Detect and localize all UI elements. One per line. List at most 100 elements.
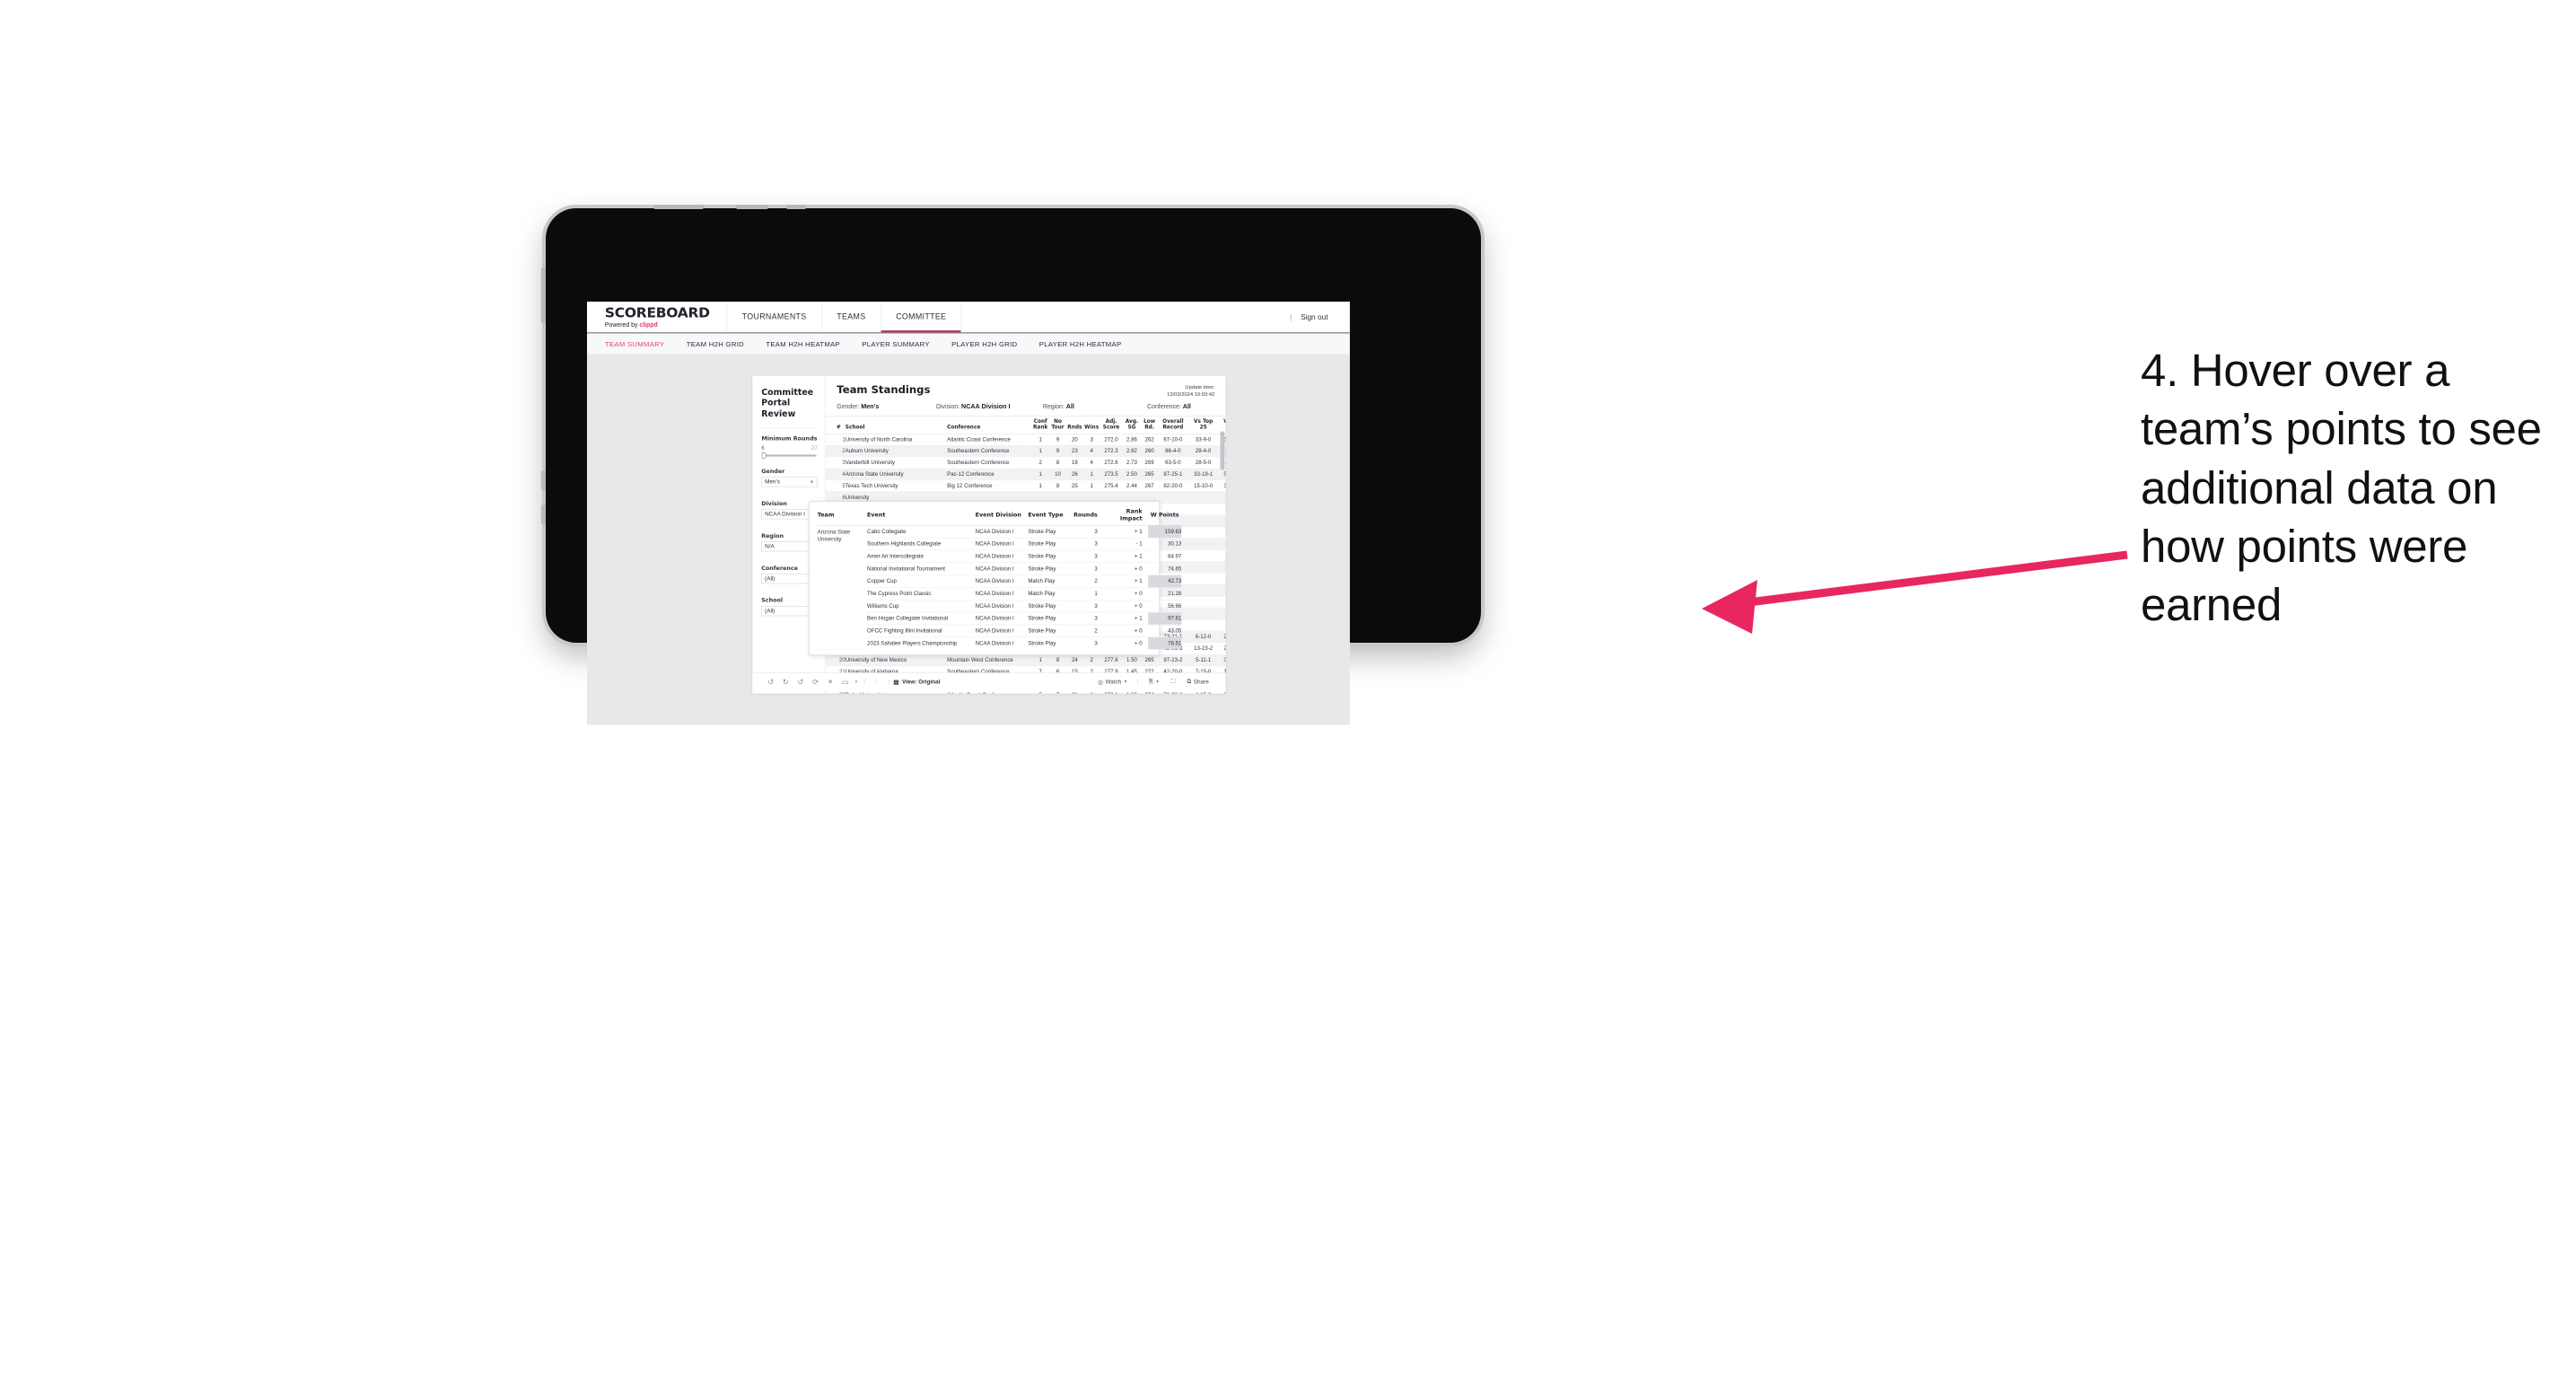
tooltip-cell-rounds: 3: [1070, 549, 1103, 564]
cell-adj-score: 275.4: [1100, 479, 1123, 493]
sign-out-link[interactable]: Sign out: [1301, 312, 1327, 320]
cell-vs-top-25: [1188, 514, 1219, 527]
arrow-head: [1702, 580, 1757, 634]
undo-icon[interactable]: ↺: [763, 678, 778, 686]
table-row[interactable]: 2 Auburn University Southeastern Conferenc…: [826, 445, 1226, 458]
clippd-brand: clippd: [639, 320, 658, 329]
tooltip-cell-rank-impact: + 0: [1102, 624, 1149, 638]
cell-vs-top-50: [1218, 503, 1226, 515]
table-row[interactable]: 20 University of New Mexico Mountain West …: [826, 654, 1226, 667]
col-rnds[interactable]: Rnds: [1065, 416, 1083, 434]
cell-vs-top-50: [1218, 526, 1226, 539]
tab-player-h2h-heatmap[interactable]: PLAYER H2H HEATMAP: [1039, 340, 1122, 348]
cell-avg-sg: 1.50: [1122, 654, 1142, 667]
nav-item-teams[interactable]: TEAMS: [822, 302, 881, 333]
cell-avg-sg: 2.73: [1122, 457, 1142, 469]
standings-thead: # School Conference Conf Rank No Tour Rnds…: [826, 416, 1226, 434]
col-adj-score[interactable]: Adj. Score: [1100, 416, 1123, 434]
device-icon[interactable]: ▭: [837, 678, 853, 686]
cell-wins: 4: [1082, 445, 1100, 458]
gender-filter-label: Gender: [761, 467, 785, 475]
redo-icon[interactable]: ↻: [778, 678, 793, 686]
tab-team-h2h-heatmap[interactable]: TEAM H2H HEATMAP: [766, 340, 840, 348]
col-vs-top-25[interactable]: Vs Top 25: [1188, 416, 1219, 434]
cell-vs-top-50: [1218, 608, 1226, 620]
criteria-division-label: Division:: [935, 402, 960, 410]
col-avg-sg[interactable]: Avg. SG: [1122, 416, 1142, 434]
cell-conference: Southeastern Conference: [947, 457, 1032, 469]
tooltip-cell-event-division: NCAA Division I: [975, 624, 1029, 638]
tab-team-h2h-grid[interactable]: TEAM H2H GRID: [687, 340, 744, 348]
clock-icon[interactable]: ◌: [869, 678, 884, 686]
cell-vs-top-25: [1188, 538, 1219, 550]
tab-player-h2h-grid[interactable]: PLAYER H2H GRID: [951, 340, 1017, 348]
vertical-scrollbar[interactable]: [1220, 431, 1225, 470]
tooltip-col-event-division: Event Division: [975, 506, 1029, 526]
col-conference[interactable]: Conference: [947, 416, 1032, 434]
table-row[interactable]: 4 Arizona State University Pac-12 Conferen…: [826, 468, 1226, 481]
refresh-icon[interactable]: ⟳: [808, 678, 823, 686]
nav-item-tournaments[interactable]: TOURNAMENTS: [727, 302, 822, 333]
tooltip-cell-event: Ben Hogan Collegiate Invitational: [867, 612, 976, 626]
col-school[interactable]: School: [845, 416, 948, 434]
tooltip-cell-event-division: NCAA Division I: [975, 562, 1029, 575]
col-wins[interactable]: Wins: [1082, 416, 1100, 434]
table-row[interactable]: 1 University of North Carolina Atlantic Co…: [826, 434, 1226, 446]
cell-no-tour: 8: [1049, 457, 1066, 469]
logo-text: SCOREBOARD: [604, 304, 710, 321]
col-no-tour[interactable]: No Tour: [1049, 416, 1066, 434]
slider-max-value: 27: [810, 444, 818, 452]
col-low-rd[interactable]: Low Rd.: [1141, 416, 1158, 434]
gender-filter-value: Men’s: [765, 478, 780, 486]
dashboard-canvas: Committee Portal Review Minimum Rounds 6…: [587, 355, 1350, 725]
tooltip-cell-rounds: 3: [1070, 600, 1103, 613]
cell-avg-sg: 2.50: [1122, 468, 1142, 481]
cell-rnds: 23: [1065, 445, 1083, 458]
cell-vs-top-25: 33-19-1: [1188, 468, 1219, 481]
standings-header: Team Standings Update time: 13/03/2024 1…: [826, 375, 1225, 416]
cell-conference: Mountain West Conference: [947, 654, 1032, 667]
tooltip-row: Arizona State University Cabo Collegiate N…: [817, 525, 1182, 650]
tooltip-cell-w-points: 84.97: [1148, 549, 1182, 564]
cell-wins: 4: [1082, 457, 1100, 469]
cell-avg-sg: 2.44: [1122, 479, 1142, 493]
share-button[interactable]: ⧉ Share: [1181, 679, 1215, 685]
view-icon: ▤: [893, 678, 899, 686]
tooltip-cell-event-type: Match Play: [1028, 587, 1071, 601]
minimum-rounds-slider[interactable]: [761, 452, 817, 460]
cell-rank: 4: [826, 468, 846, 481]
cell-vs-top-50: [1218, 596, 1226, 609]
cell-conf-rank: 1: [1031, 445, 1050, 458]
revert-icon[interactable]: ↺: [793, 678, 809, 686]
app-logo[interactable]: SCOREBOARD Powered by clippd: [587, 302, 728, 333]
tooltip-cell-w-points: 159.63: [1148, 525, 1182, 539]
caret-down-icon: ▼: [1155, 680, 1160, 684]
col-rank[interactable]: #: [826, 416, 846, 434]
caret-down-icon[interactable]: ▼: [853, 680, 860, 684]
tooltip-cell-event: OFCC Fighting Illini Invitational: [867, 624, 976, 638]
gender-filter-select[interactable]: Men’s ▼: [761, 477, 818, 487]
cell-vs-top-25: [1188, 526, 1219, 539]
filter-title-line1: Committee: [761, 387, 814, 398]
cell-vs-top-25: [1188, 573, 1219, 585]
col-overall-record[interactable]: Overall Record: [1157, 416, 1189, 434]
chevron-down-icon: ▼: [809, 478, 814, 485]
tab-player-summary[interactable]: PLAYER SUMMARY: [862, 340, 929, 348]
pause-icon[interactable]: ⏸: [823, 678, 838, 686]
watch-button[interactable]: ◎ Watch ▼: [1092, 679, 1134, 685]
fullscreen-button[interactable]: ⛶: [1165, 679, 1181, 685]
cell-overall-record: 97-23-2: [1157, 654, 1189, 667]
nav-item-committee[interactable]: COMMITTEE: [881, 302, 962, 333]
cell-vs-top-25: [1188, 549, 1219, 562]
cell-vs-top-25: [1188, 503, 1219, 515]
download-button[interactable]: ⎘ ▼: [1143, 679, 1165, 685]
col-conf-rank[interactable]: Conf Rank: [1031, 416, 1050, 434]
tooltip-cell-w-points: 42.73: [1148, 575, 1182, 588]
table-row[interactable]: 3 Vanderbilt University Southeastern Confe…: [826, 457, 1226, 469]
tab-team-summary[interactable]: TEAM SUMMARY: [605, 340, 664, 348]
tooltip-cell-event: Williams Cup: [867, 600, 976, 613]
criteria-division: Division: NCAA Division I: [936, 402, 1043, 409]
cell-vs-top-25: [1188, 619, 1219, 632]
table-row[interactable]: 5 Texas Tech University Big 12 Conference 1…: [826, 479, 1226, 493]
view-original-button[interactable]: ▤ View: Original: [893, 679, 940, 686]
